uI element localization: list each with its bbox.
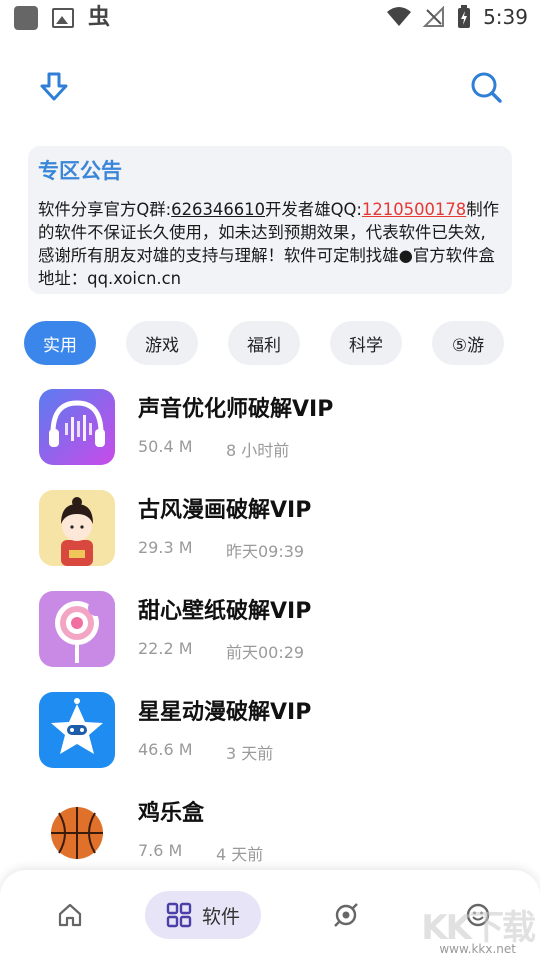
app-update-time: 8 小时前: [226, 441, 290, 460]
app-size: 7.6 M: [138, 841, 183, 860]
bug-notification-icon: 虫: [88, 5, 111, 30]
watermark-url: www.kkx.net: [439, 942, 516, 956]
headphone-girl-icon: [39, 389, 115, 465]
app-name: 声音优化师破解VIP: [138, 397, 334, 422]
nav-software-label: 软件: [201, 906, 240, 928]
app-list-item[interactable]: 古风漫画破解VIP 29.3 M 昨天09:39: [0, 490, 540, 590]
app-size: 22.2 M: [138, 639, 193, 658]
app-size: 29.3 M: [138, 538, 193, 557]
nav-discover[interactable]: [326, 898, 366, 934]
tab-science[interactable]: 科学: [330, 321, 402, 365]
app-update-time: 昨天09:39: [226, 542, 305, 561]
developer-qq-link[interactable]: 1210500178: [362, 200, 466, 219]
lollipop-icon: [39, 591, 115, 667]
grid-icon: [166, 902, 192, 928]
discover-icon: [334, 902, 358, 927]
app-name: 星星动漫破解VIP: [138, 700, 312, 725]
app-list-item[interactable]: 星星动漫破解VIP 46.6 M 3 天前: [0, 692, 540, 792]
announcement-body: 软件分享官方Q群:626346610开发者雄QQ:1210500178制作的软件…: [38, 198, 502, 290]
clock: 5:39: [483, 5, 528, 29]
ancient-girl-icon: [39, 490, 115, 566]
app-name: 鸡乐盒: [138, 801, 205, 826]
status-right: 5:39: [387, 5, 528, 29]
app-list-item[interactable]: 声音优化师破解VIP 50.4 M 8 小时前: [0, 389, 540, 489]
nav-software[interactable]: 软件: [145, 891, 261, 939]
home-icon: [58, 903, 82, 926]
tab-welfare[interactable]: 福利: [228, 321, 300, 365]
app-notification-icon: [14, 6, 38, 30]
battery-charging-icon: [458, 5, 471, 28]
download-button[interactable]: [34, 66, 74, 110]
category-tabs: 实用 游戏 福利 科学 ⑤游: [24, 321, 540, 365]
wifi-icon: [387, 7, 412, 26]
announcement-text-2: 开发者雄QQ:: [265, 200, 362, 219]
app-name: 古风漫画破解VIP: [138, 498, 312, 523]
star-robot-icon: [39, 692, 115, 768]
tab-utility[interactable]: 实用: [24, 321, 96, 365]
search-button[interactable]: [466, 66, 506, 110]
app-size: 50.4 M: [138, 437, 193, 456]
status-left: 虫: [14, 6, 110, 30]
announcement-text-1: 软件分享官方Q群:: [38, 200, 172, 219]
tab-games[interactable]: 游戏: [126, 321, 198, 365]
search-icon: [471, 72, 502, 103]
app-list-item[interactable]: 甜心壁纸破解VIP 22.2 M 前天00:29: [0, 591, 540, 691]
announcement-card: 专区公告 软件分享官方Q群:626346610开发者雄QQ:1210500178…: [28, 146, 512, 294]
app-update-time: 4 天前: [216, 845, 264, 864]
no-signal-icon: [423, 6, 445, 27]
nav-home[interactable]: [50, 898, 90, 934]
basketball-icon: [39, 793, 115, 869]
app-update-time: 前天00:29: [226, 643, 305, 662]
top-bar: [0, 66, 540, 110]
bottom-navigation: 软件 KK下载 www.kkx.net: [0, 870, 540, 960]
announcement-title: 专区公告: [38, 159, 122, 183]
tab-five-games[interactable]: ⑤游: [432, 321, 504, 365]
qq-group-link[interactable]: 626346610: [171, 200, 265, 219]
status-bar: 虫 5:39: [0, 0, 540, 36]
app-update-time: 3 天前: [226, 744, 274, 763]
app-size: 46.6 M: [138, 740, 193, 759]
app-name: 甜心壁纸破解VIP: [138, 599, 312, 624]
download-arrow-icon: [40, 72, 68, 100]
image-notification-icon: [52, 8, 74, 28]
